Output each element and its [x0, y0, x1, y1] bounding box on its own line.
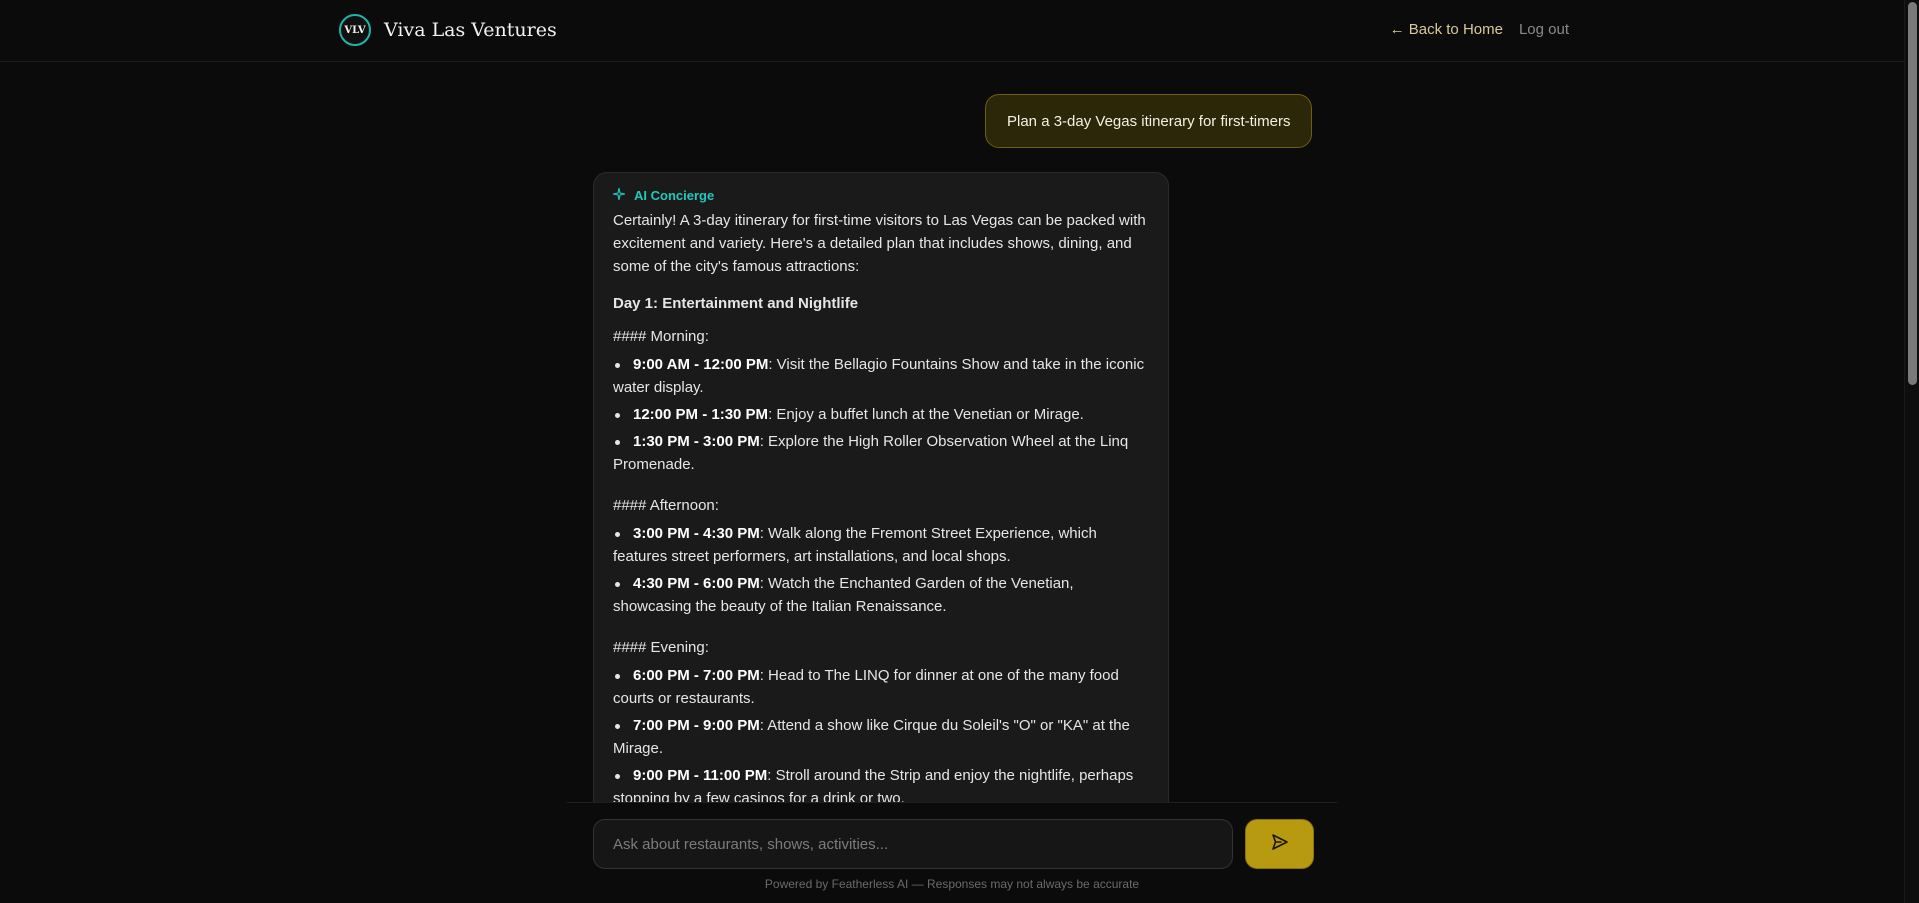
section-heading-afternoon: #### Afternoon:	[613, 497, 719, 514]
scrollbar-thumb[interactable]	[1908, 2, 1917, 385]
user-message-bubble: Plan a 3-day Vegas itinerary for first-t…	[985, 94, 1313, 148]
time-range: 4:30 PM - 6:00 PM	[633, 575, 760, 592]
afternoon-list: 3:00 PM - 4:30 PM: Walk along the Fremon…	[613, 522, 1149, 618]
send-button[interactable]	[1245, 819, 1314, 869]
back-to-home-link[interactable]: ← Back to Home	[1390, 21, 1503, 38]
time-range: 7:00 PM - 9:00 PM	[633, 717, 760, 734]
list-item: 7:00 PM - 9:00 PM: Attend a show like Ci…	[613, 714, 1149, 760]
header-nav: ← Back to Home Log out	[1390, 21, 1569, 38]
composer-divider	[567, 802, 1337, 803]
chat-input[interactable]	[593, 819, 1233, 869]
vlv-logo: VLV	[339, 14, 371, 46]
disclaimer-footnote: Powered by Featherless AI — Responses ma…	[764, 877, 1140, 891]
ai-label-text: AI Concierge	[634, 187, 715, 203]
day-heading: Day 1: Entertainment and Nightlife	[613, 295, 859, 312]
evening-list: 6:00 PM - 7:00 PM: Head to The LINQ for …	[613, 664, 1149, 802]
composer-bar: Powered by Featherless AI — Responses ma…	[0, 802, 1904, 903]
morning-list: 9:00 AM - 12:00 PM: Visit the Bellagio F…	[613, 353, 1149, 476]
ai-message-body: Certainly! A 3-day itinerary for first-t…	[613, 209, 1149, 802]
top-header: VLV Viva Las Ventures ← Back to Home Log…	[0, 0, 1904, 62]
list-item: 1:30 PM - 3:00 PM: Explore the High Roll…	[613, 430, 1149, 476]
section-heading-morning: #### Morning:	[613, 328, 709, 345]
list-item: 9:00 PM - 11:00 PM: Stroll around the St…	[613, 764, 1149, 802]
page-scrollbar[interactable]	[1904, 0, 1919, 903]
time-range: 9:00 PM - 11:00 PM	[633, 767, 768, 784]
brand-name: Viva Las Ventures	[384, 19, 557, 41]
ai-concierge-label: AI Concierge	[612, 187, 1149, 203]
item-text: : Enjoy a buffet lunch at the Venetian o…	[768, 406, 1084, 423]
time-range: 12:00 PM - 1:30 PM	[633, 406, 769, 423]
chat-area[interactable]: Plan a 3-day Vegas itinerary for first-t…	[0, 62, 1904, 802]
time-range: 1:30 PM - 3:00 PM	[633, 433, 760, 450]
time-range: 3:00 PM - 4:30 PM	[633, 525, 760, 542]
list-item: 3:00 PM - 4:30 PM: Walk along the Fremon…	[613, 522, 1149, 568]
time-range: 9:00 AM - 12:00 PM	[633, 356, 769, 373]
brand-home-link[interactable]: VLV Viva Las Ventures	[339, 14, 557, 46]
send-icon	[1271, 833, 1289, 856]
logout-link[interactable]: Log out	[1519, 21, 1569, 38]
time-range: 6:00 PM - 7:00 PM	[633, 667, 760, 684]
list-item: 4:30 PM - 6:00 PM: Watch the Enchanted G…	[613, 572, 1149, 618]
list-item: 12:00 PM - 1:30 PM: Enjoy a buffet lunch…	[613, 403, 1149, 426]
list-item: 6:00 PM - 7:00 PM: Head to The LINQ for …	[613, 664, 1149, 710]
sparkle-icon	[612, 187, 626, 203]
intro-paragraph: Certainly! A 3-day itinerary for first-t…	[613, 212, 1146, 275]
section-heading-evening: #### Evening:	[613, 639, 709, 656]
list-item: 9:00 AM - 12:00 PM: Visit the Bellagio F…	[613, 353, 1149, 399]
ai-response-card: AI Concierge Certainly! A 3-day itinerar…	[593, 172, 1169, 802]
